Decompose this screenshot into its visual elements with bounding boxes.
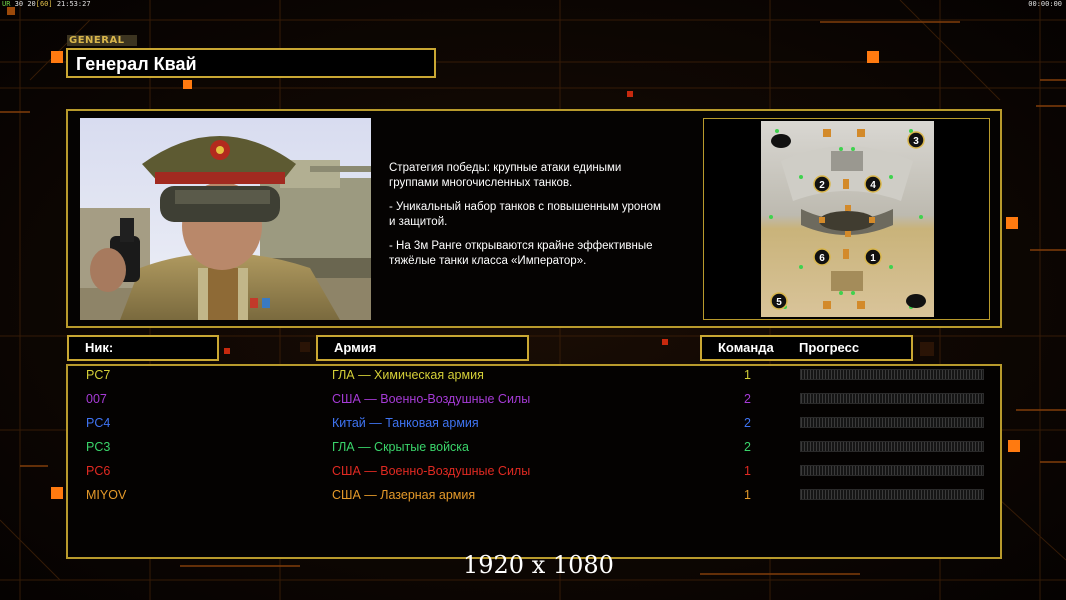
player-army: США — Лазерная армия: [332, 488, 476, 502]
progress-bar: [800, 417, 984, 428]
header-army: Армия: [316, 335, 529, 361]
general-portrait: [80, 118, 371, 320]
description-line: Стратегия победы: крупные атаки едиными …: [389, 162, 622, 189]
header-nick: Ник:: [67, 335, 219, 361]
general-description: Стратегия победы: крупные атаки едиными …: [389, 161, 699, 278]
player-nick: 007: [86, 392, 107, 406]
clock-time: 21:53:27: [56, 0, 91, 8]
header-team: Команда: [718, 340, 774, 355]
player-row[interactable]: PC7 ГЛА — Химическая армия 1: [0, 366, 1066, 390]
spawn-label: 6: [819, 253, 825, 264]
progress-bar: [800, 393, 984, 404]
progress-bar: [800, 465, 984, 476]
spawn-label: 5: [776, 297, 782, 308]
progress-bar: [800, 441, 984, 452]
player-nick: PC6: [86, 464, 111, 478]
player-nick: PC3: [86, 440, 111, 454]
description-line: - На 3м Ранге открываются крайне эффекти…: [389, 240, 653, 267]
spawn-label: 1: [870, 253, 876, 264]
overlay-tag: UR: [2, 0, 11, 8]
player-army: ГЛА — Химическая армия: [332, 368, 484, 382]
player-team: 2: [744, 392, 751, 406]
game-timer: 00:00:00: [1028, 0, 1062, 8]
player-nick: PC7: [86, 368, 111, 382]
general-name: Генерал Квай: [66, 48, 436, 78]
header-team-progress: Команда Прогресс: [700, 335, 913, 361]
player-army: ГЛА — Скрытые войска: [332, 440, 469, 454]
player-nick: PC4: [86, 416, 111, 430]
overlay-value-2: 20: [27, 0, 36, 8]
spawn-label: 3: [913, 136, 919, 147]
minimap-terrain: 1 2 3 4 5 6: [761, 121, 934, 317]
player-team: 1: [744, 464, 751, 478]
resolution-label: 1920 x 1080: [463, 551, 614, 579]
description-line: - Уникальный набор танков с повышенным у…: [389, 201, 661, 228]
player-team: 1: [744, 488, 751, 502]
player-team: 2: [744, 416, 751, 430]
player-team: 1: [744, 368, 751, 382]
player-row[interactable]: PC4 Китай — Танковая армия 2: [0, 414, 1066, 438]
header-progress: Прогресс: [798, 340, 860, 355]
player-army: США — Военно-Воздушные Силы: [332, 392, 531, 406]
spawn-label: 2: [819, 180, 825, 191]
overlay-value-1: 30: [14, 0, 24, 8]
general-tag: GENERAL: [67, 35, 137, 46]
player-team: 2: [744, 440, 751, 454]
player-row[interactable]: 007 США — Военно-Воздушные Силы 2: [0, 390, 1066, 414]
player-army: США — Военно-Воздушные Силы: [332, 464, 531, 478]
player-row[interactable]: PC6 США — Военно-Воздушные Силы 1: [0, 462, 1066, 486]
overlay-value-3: [60]: [35, 0, 53, 8]
fps-overlay: UR 30 20[60] 21:53:27: [2, 0, 91, 8]
progress-bar: [800, 489, 984, 500]
progress-bar: [800, 369, 984, 380]
spawn-label: 4: [870, 180, 876, 191]
player-row[interactable]: MIYOV США — Лазерная армия 1: [0, 486, 1066, 510]
minimap: 1 2 3 4 5 6: [761, 121, 934, 317]
map-preview: 1 2 3 4 5 6: [703, 118, 990, 320]
player-row[interactable]: PC3 ГЛА — Скрытые войска 2: [0, 438, 1066, 462]
portrait-image: [80, 118, 371, 320]
player-army: Китай — Танковая армия: [332, 416, 479, 430]
player-nick: MIYOV: [86, 488, 127, 502]
